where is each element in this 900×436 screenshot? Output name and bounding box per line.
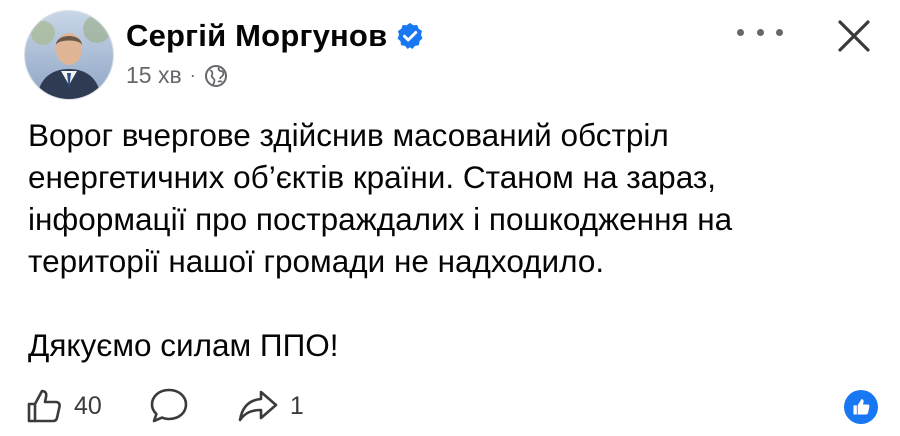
action-bar: 40 1: [24, 384, 350, 428]
share-arrow-icon: [238, 390, 278, 422]
like-count: 40: [74, 391, 102, 420]
thumbs-up-icon: [27, 389, 61, 423]
post-paragraph: Дякуємо силам ППО!: [28, 327, 339, 363]
author-header: Сергій Моргунов: [126, 16, 425, 56]
comment-bubble-icon: [150, 388, 188, 423]
more-dot: [756, 28, 764, 36]
globe-icon[interactable]: [204, 64, 228, 88]
post-time[interactable]: 15 хв: [126, 62, 182, 89]
post-paragraph: Ворог вчергове здійснив масований обстрі…: [28, 117, 733, 279]
close-icon: [838, 20, 870, 52]
close-button[interactable]: [834, 16, 874, 56]
verified-badge-icon: [395, 21, 425, 51]
comment-button[interactable]: [148, 386, 190, 426]
avatar[interactable]: [24, 10, 114, 100]
like-reaction-icon: [853, 399, 870, 415]
post-body: Ворог вчергове здійснив масований обстрі…: [28, 114, 868, 366]
meta-separator: ·: [189, 65, 196, 85]
like-button[interactable]: 40: [24, 386, 102, 426]
facebook-post: Сергій Моргунов 15 хв · Ворог вчергове з…: [0, 0, 900, 436]
share-count: 1: [289, 391, 304, 420]
post-meta: 15 хв ·: [126, 62, 228, 89]
like-reaction-badge[interactable]: [844, 390, 878, 424]
more-dots-icon: [737, 28, 744, 36]
avatar-photo-icon: [25, 11, 113, 99]
more-dot: [776, 28, 783, 36]
share-button[interactable]: 1: [236, 386, 304, 426]
author-name[interactable]: Сергій Моргунов: [126, 16, 387, 56]
more-options-button[interactable]: [737, 20, 783, 44]
